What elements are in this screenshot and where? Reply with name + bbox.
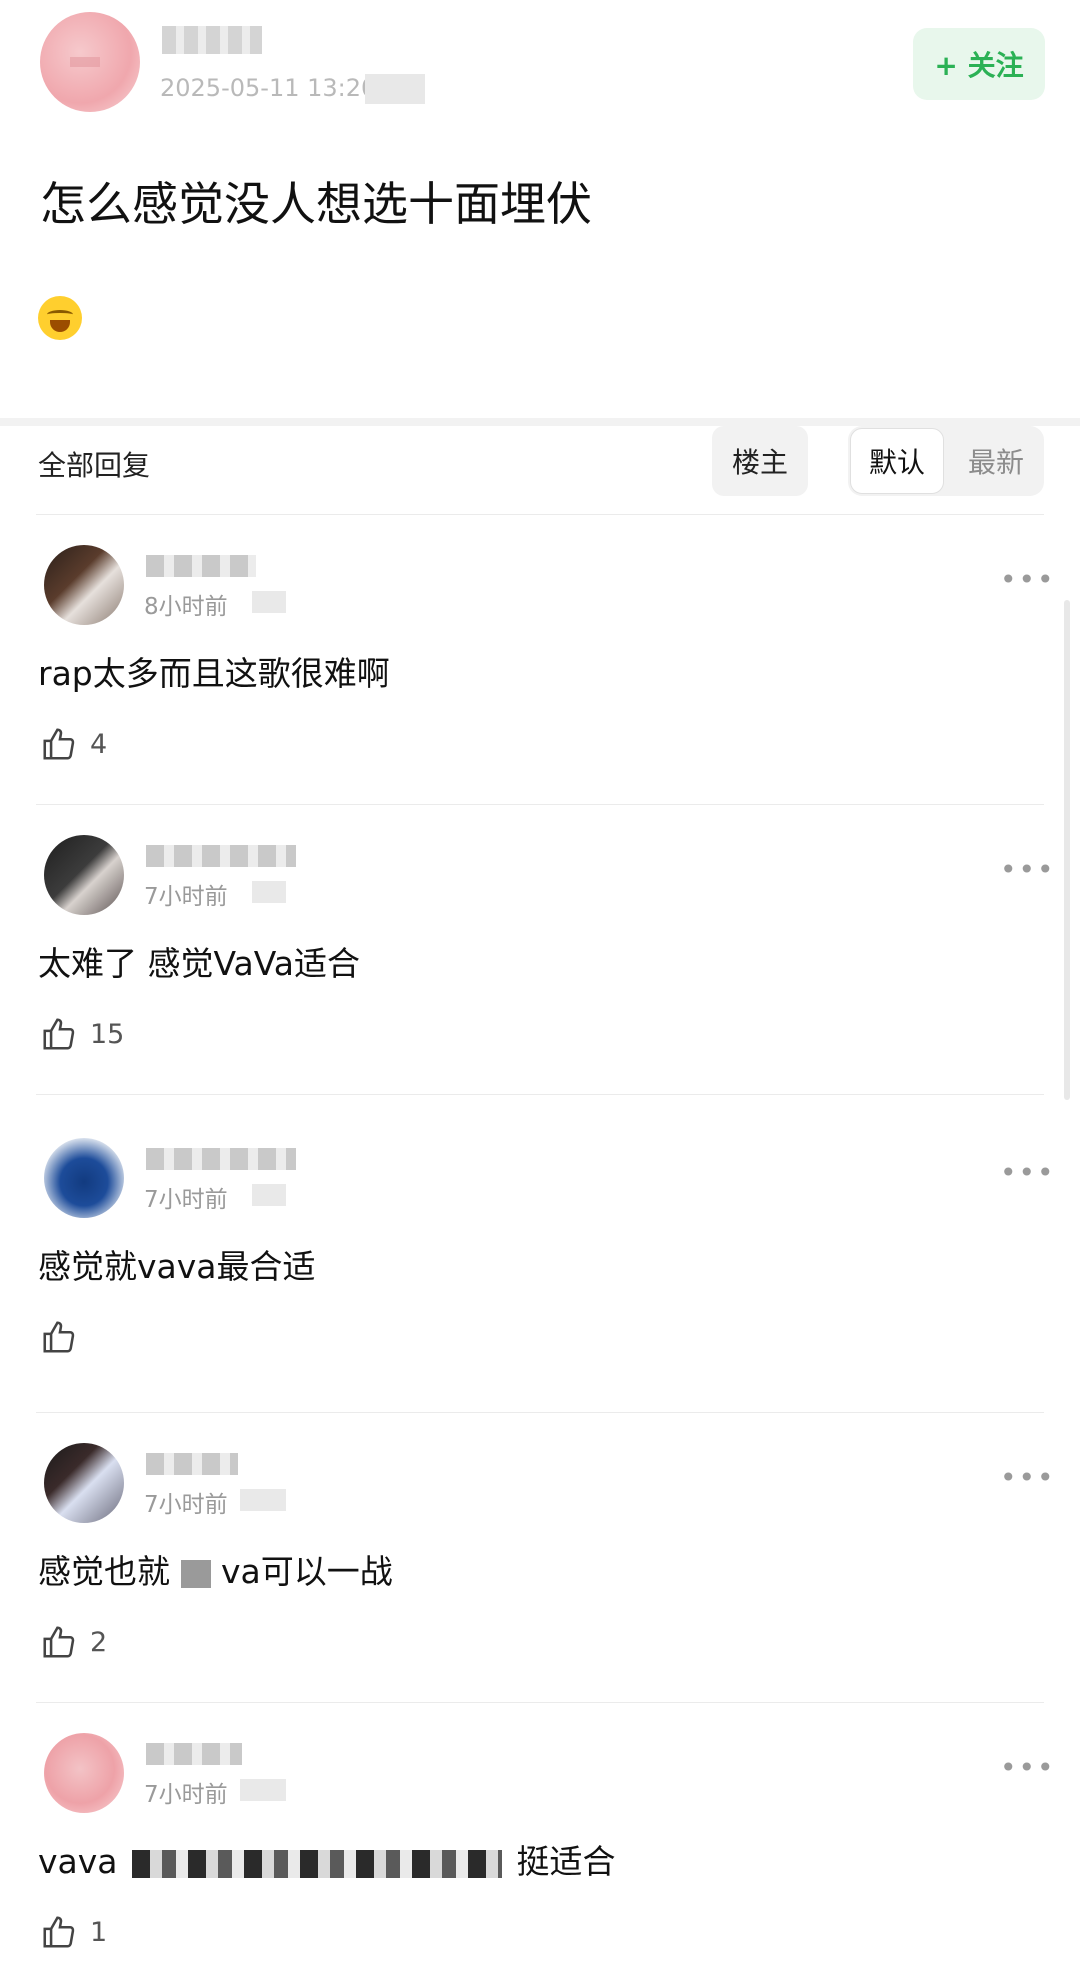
avatar[interactable] xyxy=(44,1443,124,1523)
commenter-name-redacted[interactable] xyxy=(146,845,296,867)
like-button[interactable]: 15 xyxy=(40,1015,124,1053)
more-dots-icon[interactable]: ••• xyxy=(1000,1156,1056,1189)
comment-text-part: 感觉也就 xyxy=(38,1552,170,1591)
comment-text: 感觉就vava最合适 xyxy=(38,1247,316,1286)
like-button[interactable]: 2 xyxy=(40,1623,107,1661)
location-redacted xyxy=(252,881,286,903)
comment-item: 7小时前 ••• 感觉也就 va可以一战 2 xyxy=(0,1413,1080,1703)
like-button[interactable]: 4 xyxy=(40,725,107,763)
comment-item: 7小时前 ••• 太难了 感觉VaVa适合 15 xyxy=(0,805,1080,1095)
comment-text: vava 挺适合 xyxy=(38,1835,616,1883)
like-count: 15 xyxy=(90,1018,125,1050)
post-header: 2025-05-11 13:20 + 关注 xyxy=(0,0,1080,140)
avatar[interactable] xyxy=(44,545,124,625)
thumbs-up-icon xyxy=(43,1626,75,1658)
comment-time: 7小时前 xyxy=(144,1782,228,1808)
follow-label: + 关注 xyxy=(934,49,1024,82)
like-count: 2 xyxy=(90,1626,108,1658)
redacted-text xyxy=(180,1559,211,1588)
more-dots-icon[interactable]: ••• xyxy=(1000,1461,1056,1494)
avatar[interactable] xyxy=(44,835,124,915)
location-redacted xyxy=(252,1184,286,1206)
avatar[interactable] xyxy=(44,1733,124,1813)
comment-time: 7小时前 xyxy=(144,884,228,910)
redacted-text xyxy=(132,1849,503,1878)
location-redacted xyxy=(240,1489,286,1511)
avatar[interactable] xyxy=(40,12,140,112)
section-divider xyxy=(0,418,1080,426)
avatar[interactable] xyxy=(44,1138,124,1218)
commenter-name-redacted[interactable] xyxy=(146,1743,242,1765)
like-count: 4 xyxy=(90,728,108,760)
rolling-laughing-emoji-icon xyxy=(38,296,82,340)
sort-toggle: 默认 最新 xyxy=(848,426,1044,496)
comment-text: rap太多而且这歌很难啊 xyxy=(38,654,390,693)
like-count: 1 xyxy=(90,1916,108,1948)
thumbs-up-icon xyxy=(43,1916,75,1948)
location-redacted xyxy=(252,591,286,613)
thumbs-up-icon xyxy=(43,728,75,760)
comment-item: 7小时前 ••• vava 挺适合 1 xyxy=(0,1703,1080,1986)
more-dots-icon[interactable]: ••• xyxy=(1000,563,1056,596)
comment-time: 7小时前 xyxy=(144,1492,228,1518)
comment-item: 8小时前 ••• rap太多而且这歌很难啊 4 xyxy=(0,515,1080,805)
post-title: 怎么感觉没人想选十面埋伏 xyxy=(40,177,592,231)
sort-newest-tab[interactable]: 最新 xyxy=(952,428,1040,494)
more-dots-icon[interactable]: ••• xyxy=(1000,853,1056,886)
post-timestamp: 2025-05-11 13:20 xyxy=(160,74,377,102)
filter-op-button[interactable]: 楼主 xyxy=(712,426,808,496)
like-button[interactable] xyxy=(40,1318,90,1356)
comment-text: 太难了 感觉VaVa适合 xyxy=(38,944,360,983)
author-name-redacted[interactable] xyxy=(162,26,262,54)
follow-button[interactable]: + 关注 xyxy=(913,28,1045,100)
comment-time: 7小时前 xyxy=(144,1187,228,1213)
sort-default-tab[interactable]: 默认 xyxy=(850,428,944,494)
thumbs-up-icon xyxy=(43,1018,75,1050)
commenter-name-redacted[interactable] xyxy=(146,1453,238,1475)
location-redacted xyxy=(240,1779,286,1801)
replies-toolbar: 全部回复 楼主 默认 最新 xyxy=(0,426,1080,514)
like-button[interactable]: 1 xyxy=(40,1913,107,1951)
replies-header: 全部回复 xyxy=(38,449,151,482)
more-dots-icon[interactable]: ••• xyxy=(1000,1751,1056,1784)
comment-text-part: 挺适合 xyxy=(516,1842,616,1881)
thumbs-up-icon xyxy=(43,1321,75,1353)
location-redacted xyxy=(365,74,425,104)
commenter-name-redacted[interactable] xyxy=(146,1148,296,1170)
comment-text-part: vava xyxy=(38,1842,118,1881)
commenter-name-redacted[interactable] xyxy=(146,555,256,577)
comment-text-part: va可以一战 xyxy=(221,1552,393,1591)
comment-time: 8小时前 xyxy=(144,594,228,620)
divider xyxy=(36,1094,1044,1095)
comment-text: 感觉也就 va可以一战 xyxy=(38,1545,393,1593)
comment-item: 7小时前 ••• 感觉就vava最合适 xyxy=(0,1108,1080,1413)
